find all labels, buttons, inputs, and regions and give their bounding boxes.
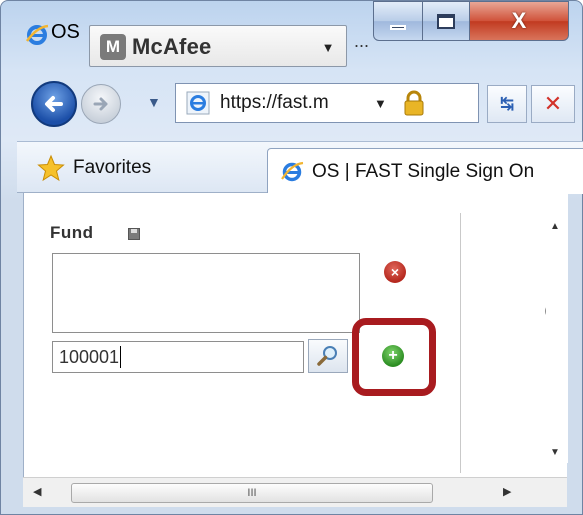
text-caret <box>120 346 122 368</box>
star-icon <box>37 154 65 182</box>
scroll-up-arrow-icon[interactable]: ▲ <box>550 221 560 232</box>
maximize-button[interactable] <box>422 1 470 41</box>
favorites-label: Favorites <box>73 157 152 178</box>
favorites-bar: Favorites OS | FAST Single Sign On <box>17 141 583 194</box>
forward-arrow-icon <box>93 97 108 111</box>
mcafee-dropdown-button[interactable]: ▼ <box>311 31 345 63</box>
window-title: OS <box>51 21 80 43</box>
mcafee-shield-icon: M <box>100 34 126 60</box>
save-icon[interactable] <box>128 228 140 240</box>
scroll-right-arrow-icon[interactable]: ▶ <box>503 485 511 498</box>
title-overflow: ... <box>354 31 370 51</box>
address-bar[interactable]: https://fast.m ▼ <box>175 83 479 123</box>
back-button[interactable] <box>31 81 77 127</box>
close-icon: X <box>511 8 527 33</box>
ie-logo-icon <box>25 24 49 45</box>
scroll-grip-icon: III <box>247 487 257 499</box>
close-button[interactable]: X <box>469 1 569 41</box>
scroll-thumb[interactable]: III <box>71 483 433 503</box>
page-content: Fund × 100001 + (≡) ▲ ▼ <box>23 193 571 477</box>
remove-fund-button[interactable]: × <box>384 261 406 283</box>
fund-label: Fund <box>50 223 94 242</box>
back-arrow-icon <box>45 96 63 112</box>
fund-listbox[interactable] <box>52 253 360 333</box>
horizontal-scrollbar[interactable]: ◀ III ▶ <box>23 477 567 507</box>
mcafee-toolbar[interactable]: M McAfee <box>89 25 347 67</box>
tab-ie-icon <box>281 161 304 181</box>
scroll-left-arrow-icon[interactable]: ◀ <box>33 485 41 498</box>
lock-icon[interactable] <box>403 90 425 116</box>
stop-button[interactable]: ✕ <box>531 85 575 123</box>
magnifier-icon <box>317 346 337 366</box>
minimize-icon <box>390 24 406 30</box>
mcafee-label: McAfee <box>132 34 212 59</box>
mcafee-logo: M McAfee <box>100 32 332 62</box>
tab-label: OS | FAST Single Sign On <box>312 160 535 182</box>
compatibility-refresh-button[interactable]: ↹ <box>487 85 527 123</box>
refresh-icon: ↹ <box>499 94 515 113</box>
address-text[interactable]: https://fast.m <box>220 92 370 114</box>
forward-button[interactable] <box>81 84 121 124</box>
browser-window: OS M McAfee ▼ ... X ▼ https://fast.m ▼ ↹… <box>0 0 583 515</box>
minimize-button[interactable] <box>373 1 423 41</box>
add-fund-button[interactable]: + <box>382 345 404 367</box>
stop-icon: ✕ <box>543 91 563 116</box>
history-dropdown-button[interactable]: ▼ <box>147 94 161 110</box>
vertical-scrollbar[interactable]: ▲ ▼ <box>546 193 568 463</box>
pane-divider <box>460 213 461 473</box>
maximize-icon <box>437 13 455 29</box>
scroll-down-arrow-icon[interactable]: ▼ <box>550 447 560 458</box>
address-dropdown-button[interactable]: ▼ <box>374 96 387 111</box>
tab-fast-sso[interactable]: OS | FAST Single Sign On <box>267 148 583 194</box>
fund-input-value: 100001 <box>59 346 120 367</box>
favorites-button[interactable]: Favorites <box>37 154 151 182</box>
page-ie-icon <box>186 91 210 115</box>
fund-input[interactable]: 100001 <box>52 341 304 373</box>
fund-search-button[interactable] <box>308 339 348 373</box>
